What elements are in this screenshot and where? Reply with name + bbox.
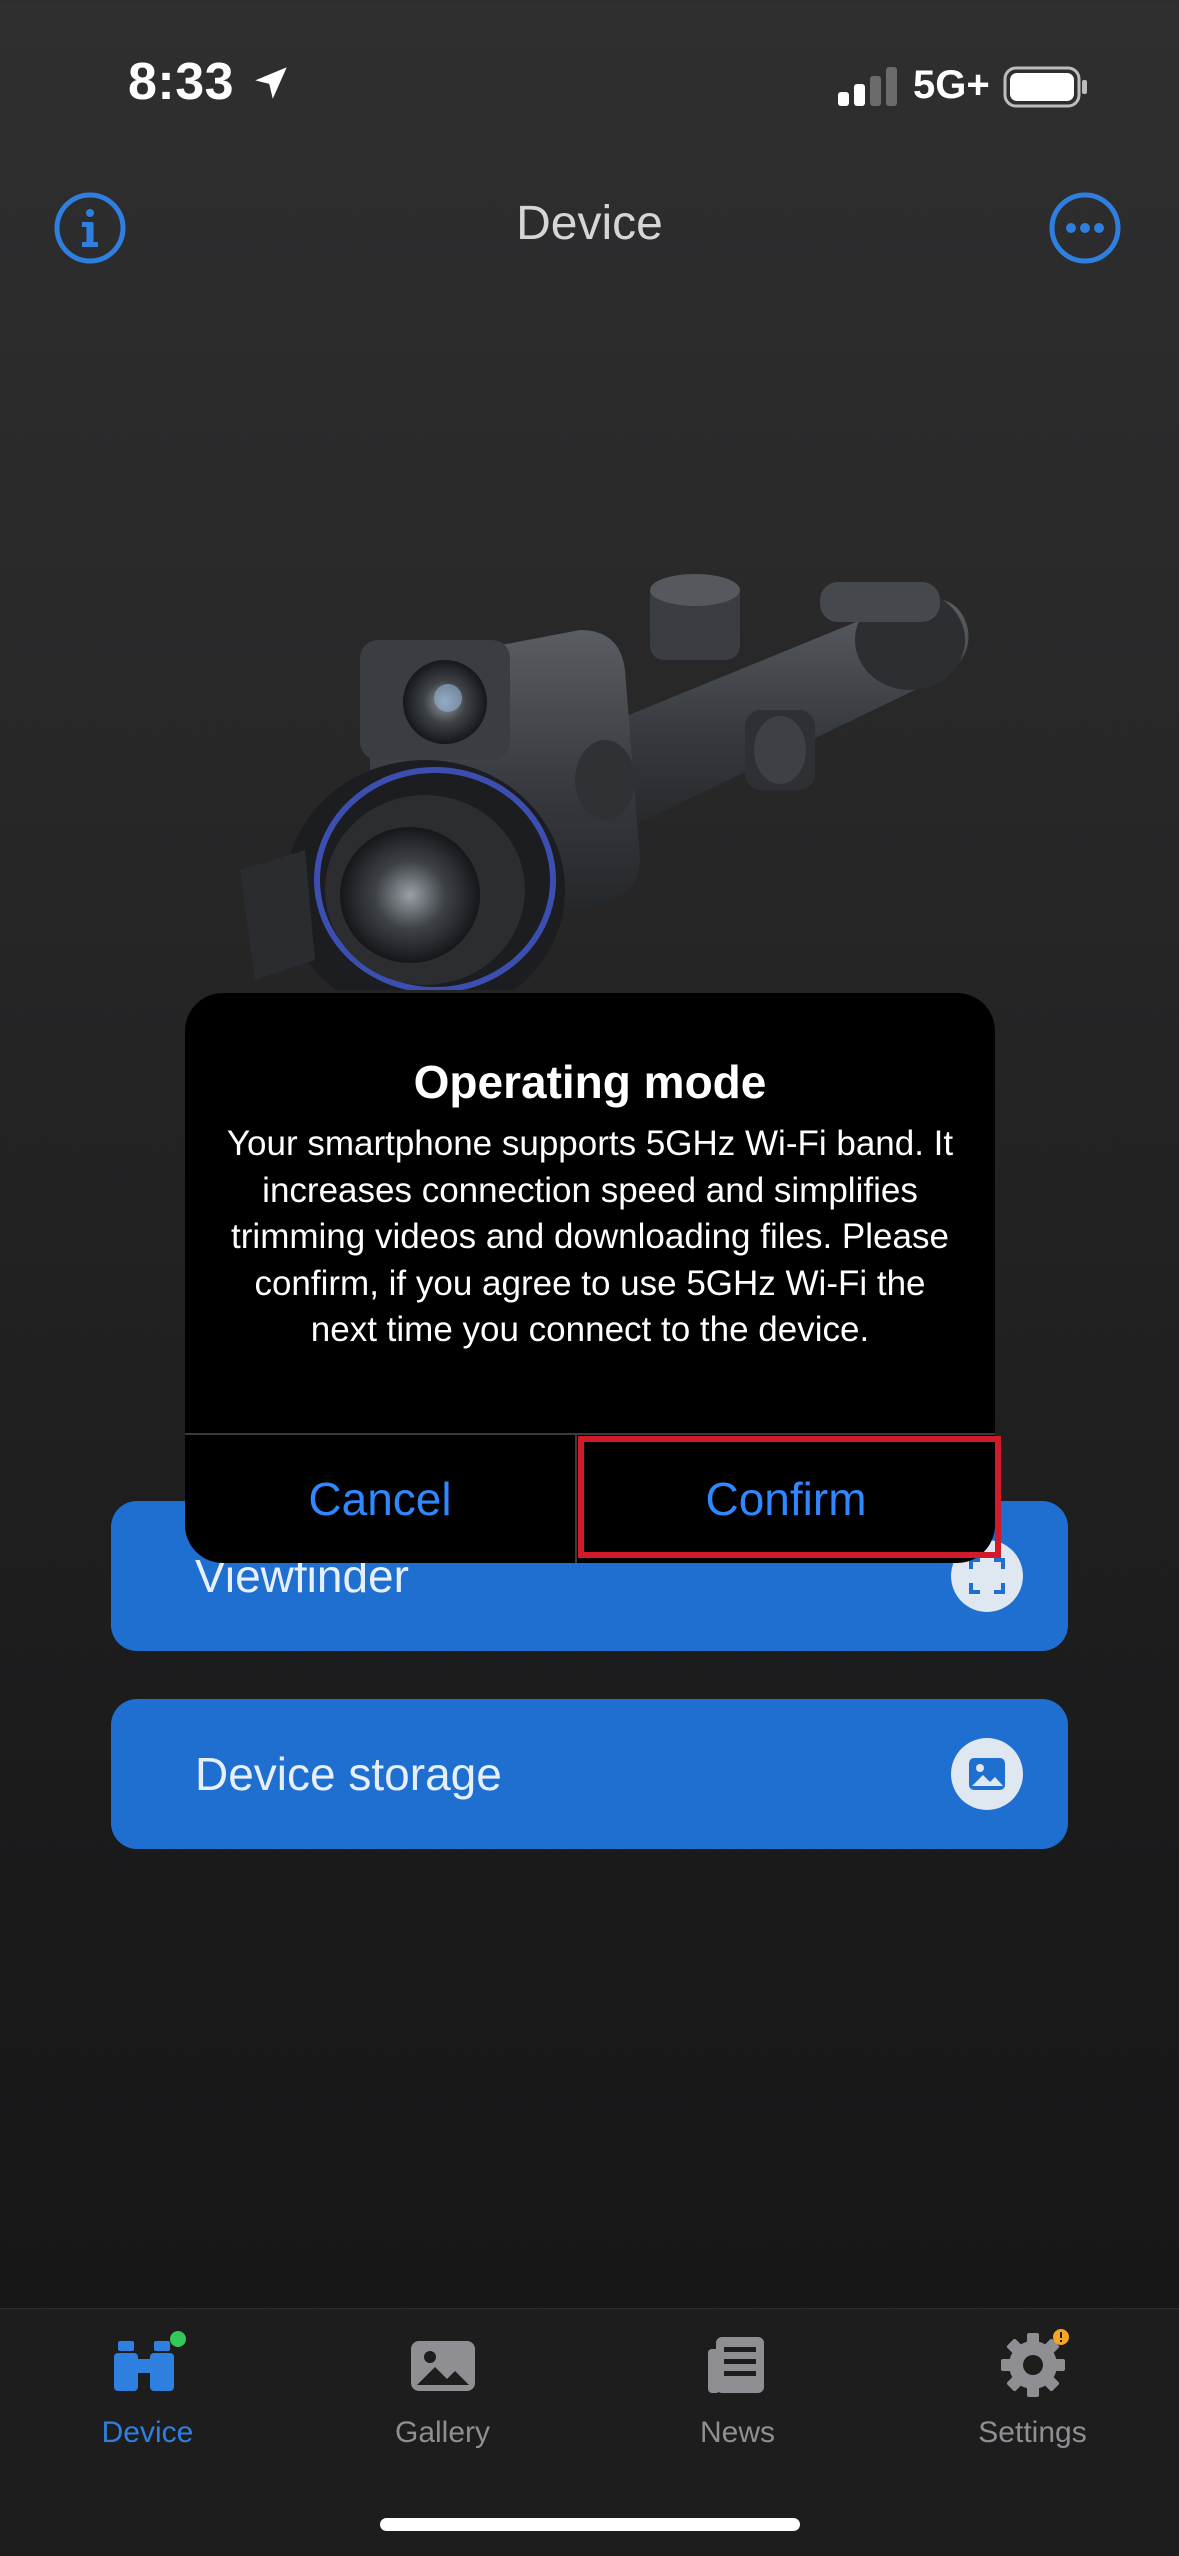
status-bar: 8:33 5G+ — [0, 0, 1179, 175]
battery-icon — [1003, 66, 1089, 113]
tab-device-label: Device — [101, 2416, 194, 2449]
tab-news[interactable]: News — [590, 2309, 885, 2509]
dialog-message: Your smartphone supports 5GHz Wi-Fi band… — [226, 1124, 954, 1349]
more-options-button[interactable] — [1047, 190, 1123, 266]
tab-gallery-label: Gallery — [394, 2416, 491, 2449]
page-title: Device — [516, 197, 663, 250]
confirm-highlight-box — [578, 1436, 1001, 1558]
device-storage-button[interactable]: Device storage — [111, 1699, 1068, 1849]
home-indicator[interactable] — [380, 2518, 800, 2531]
cancel-button[interactable]: Cancel — [185, 1435, 575, 1563]
device-image — [220, 560, 980, 1020]
gallery-icon — [403, 2329, 483, 2404]
location-arrow-icon — [250, 62, 292, 109]
image-icon — [951, 1738, 1023, 1810]
binoculars-icon — [108, 2329, 188, 2404]
status-time: 8:33 — [128, 53, 235, 111]
tab-news-label: News — [699, 2416, 775, 2449]
network-type: 5G+ — [913, 63, 990, 107]
dialog-title: Operating mode — [413, 1056, 767, 1108]
tab-settings[interactable]: Settings — [885, 2309, 1179, 2509]
tab-settings-label: Settings — [978, 2416, 1087, 2449]
signal-bars-icon — [838, 66, 900, 111]
device-storage-label: Device storage — [195, 1748, 502, 1800]
gear-icon — [993, 2329, 1073, 2404]
tab-device[interactable]: Device — [0, 2309, 295, 2509]
tab-gallery[interactable]: Gallery — [295, 2309, 590, 2509]
news-icon — [698, 2329, 778, 2404]
more-icon — [1049, 192, 1121, 264]
